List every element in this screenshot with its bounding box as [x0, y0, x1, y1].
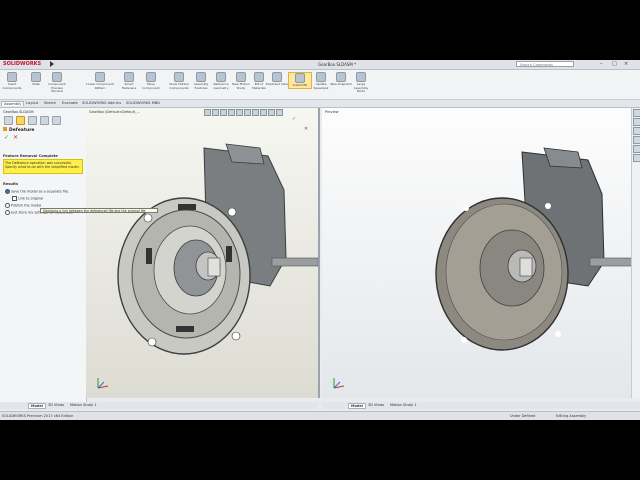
- checkbox-icon: [12, 196, 17, 201]
- assembly-features-icon: [196, 72, 206, 82]
- gearbox-model-left: [117, 143, 318, 355]
- insert-components-icon: [7, 72, 17, 82]
- command-manager-tabs: Assembly Layout Sketch Evaluate SOLIDWOR…: [0, 100, 640, 108]
- exploded-view-button[interactable]: Exploded View: [266, 72, 288, 87]
- option-link-original[interactable]: Link to original: [12, 196, 43, 201]
- take-snapshot-button[interactable]: Take Snapshot: [330, 72, 352, 87]
- component-preview-button[interactable]: Component Preview Window: [46, 72, 68, 94]
- move-component-button[interactable]: Move Component: [140, 72, 162, 90]
- tooltip: Maintains a link between the defeatured …: [40, 208, 158, 213]
- task-pane-tabs: [631, 108, 640, 398]
- tab-mbd[interactable]: SOLIDWORKS MBD: [124, 101, 162, 105]
- search-commands-input[interactable]: Search Commands: [516, 61, 574, 67]
- tab-motion-study-right[interactable]: Motion Study 1: [388, 403, 418, 407]
- title-bar: SOLIDWORKS GearBox.SLDASM * Search Comma…: [0, 60, 640, 70]
- option-publish-model[interactable]: Publish the model: [5, 203, 41, 208]
- option-save-separate[interactable]: Save the model as a separate file.: [5, 189, 69, 194]
- show-hidden-icon: [174, 72, 184, 82]
- dimxpert-icon[interactable]: [40, 116, 49, 125]
- radio-icon: [5, 189, 10, 194]
- status-mode: Editing Assembly: [556, 414, 587, 418]
- tab-model-left[interactable]: Model: [28, 403, 46, 409]
- message-section-title: Feature Removal Complete: [3, 154, 58, 158]
- document-title: GearBox.SLDASM *: [318, 62, 357, 67]
- close-icon[interactable]: ×: [624, 61, 628, 67]
- tab-motion-study-left[interactable]: Motion Study 1: [68, 403, 98, 407]
- design-library-icon[interactable]: [633, 118, 640, 126]
- solidworks-resources-icon[interactable]: [633, 109, 640, 117]
- smart-fasteners-icon: [124, 72, 134, 82]
- large-assembly-icon: [356, 72, 366, 82]
- large-assembly-button[interactable]: Large Assembly Mode: [350, 72, 372, 94]
- tab-assembly[interactable]: Assembly: [1, 101, 25, 106]
- move-component-icon: [146, 72, 156, 82]
- status-edition: SOLIDWORKS Premium 2017 x64 Edition: [2, 414, 74, 418]
- tab-sketch[interactable]: Sketch: [42, 101, 58, 105]
- command-manager-ribbon: Insert Components Mate Component Preview…: [0, 70, 640, 100]
- smart-fasteners-button[interactable]: Smart Fasteners: [118, 72, 140, 90]
- defeature-property-manager: GearBox.SLDASM Defeature ✓ ✕ Feature Rem…: [0, 108, 87, 408]
- graphics-area-left[interactable]: GearBox (Default<Default_... ✓ ✕: [86, 108, 320, 398]
- insert-components-button[interactable]: Insert Components: [1, 72, 23, 90]
- show-hidden-button[interactable]: Show Hidden Components: [168, 72, 190, 90]
- radio-icon: [5, 203, 10, 208]
- tab-evaluate[interactable]: Evaluate: [60, 101, 80, 105]
- exploded-view-icon: [272, 72, 282, 82]
- menu-expand-icon[interactable]: [50, 61, 54, 67]
- motion-study-icon: [236, 72, 246, 82]
- appearances-icon[interactable]: [633, 145, 640, 153]
- bottom-tabs-left: Model 3D Views Motion Study 1: [0, 402, 318, 409]
- snapshot-icon: [336, 72, 346, 82]
- instant3d-button[interactable]: Instant3D: [288, 72, 312, 89]
- ok-button[interactable]: ✓: [4, 134, 9, 141]
- instant3d-icon: [295, 73, 305, 83]
- bottom-tabs-right: Model 3D Views Motion Study 1: [322, 402, 640, 409]
- speedpak-icon: [316, 72, 326, 82]
- radio-icon: [5, 210, 10, 215]
- tab-3d-views-left[interactable]: 3D Views: [46, 403, 66, 407]
- pm-title: Defeature: [3, 127, 34, 133]
- display-manager-icon[interactable]: [52, 116, 61, 125]
- linear-pattern-button[interactable]: Linear Component Pattern: [86, 72, 114, 90]
- configuration-manager-icon[interactable]: [28, 116, 37, 125]
- tab-layout[interactable]: Layout: [24, 101, 40, 105]
- bom-icon: [254, 72, 264, 82]
- file-explorer-icon[interactable]: [633, 127, 640, 135]
- feature-manager-icon[interactable]: [4, 116, 13, 125]
- tab-addins[interactable]: SOLIDWORKS Add-Ins: [80, 101, 123, 105]
- mate-button[interactable]: Mate: [25, 72, 47, 87]
- property-manager-icon[interactable]: [16, 116, 25, 125]
- custom-properties-icon[interactable]: [633, 154, 640, 162]
- results-section-title: Results: [3, 182, 18, 186]
- view-palette-icon[interactable]: [633, 136, 640, 144]
- linear-pattern-icon: [95, 72, 105, 82]
- update-speedpak-button[interactable]: Update Speedpak: [310, 72, 332, 90]
- solidworks-window: SOLIDWORKS GearBox.SLDASM * Search Comma…: [0, 60, 640, 420]
- mate-icon: [31, 72, 41, 82]
- triad-icon: [333, 378, 345, 389]
- reference-geometry-icon: [216, 72, 226, 82]
- gearbox-model-right: [435, 147, 632, 351]
- assembly-features-button[interactable]: Assembly Features: [190, 72, 212, 90]
- solidworks-logo: SOLIDWORKS: [3, 61, 42, 67]
- triad-icon: [97, 378, 109, 389]
- cancel-button[interactable]: ✕: [13, 134, 18, 141]
- status-bar: SOLIDWORKS Premium 2017 x64 Edition Unde…: [0, 411, 640, 420]
- graphics-area-right[interactable]: Preview: [322, 108, 640, 398]
- tab-model-right[interactable]: Model: [348, 403, 366, 409]
- minimize-icon[interactable]: –: [600, 61, 603, 67]
- preview-window-icon: [52, 72, 62, 82]
- manager-tabs: [2, 116, 84, 125]
- feature-tree-root[interactable]: GearBox.SLDASM: [3, 110, 34, 114]
- reference-geometry-button[interactable]: Reference Geometry: [210, 72, 232, 90]
- maximize-icon[interactable]: □: [612, 61, 617, 67]
- tab-3d-views-right[interactable]: 3D Views: [366, 403, 386, 407]
- message-box: The Defeature operation was successful. …: [3, 159, 83, 174]
- status-definition: Under Defined: [510, 414, 536, 418]
- defeature-icon: [3, 127, 7, 131]
